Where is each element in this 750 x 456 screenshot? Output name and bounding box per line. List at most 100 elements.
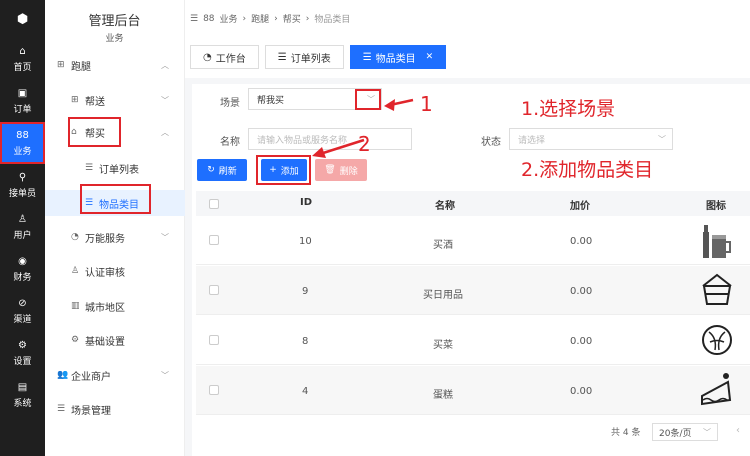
- sidebar-item-label: 基础设置: [85, 336, 125, 348]
- row-checkbox[interactable]: [209, 335, 219, 345]
- tab-workbench[interactable]: ◔ 工作台: [190, 45, 259, 69]
- cell-id: 9: [302, 286, 309, 297]
- status-select[interactable]: 请选择 ﹀: [509, 128, 673, 150]
- deliver-icon: ⊞: [71, 95, 79, 105]
- beer-icon: [703, 225, 731, 258]
- row-checkbox[interactable]: [209, 385, 219, 395]
- delete-button[interactable]: 🗑 删除: [315, 159, 367, 181]
- tab-label: 工作台: [215, 53, 246, 65]
- annotation-step-2: 2.添加物品类目: [521, 159, 654, 181]
- scene-select-value: 帮我买: [257, 95, 285, 106]
- highlight-box-item-category: [80, 184, 151, 214]
- table-header: [196, 191, 750, 216]
- sidebar-item-label: 万能服务: [85, 233, 125, 245]
- delete-button-label: 删除: [339, 166, 358, 177]
- refresh-button[interactable]: ↻ 刷新: [197, 159, 247, 181]
- breadcrumb-item[interactable]: 帮买: [283, 12, 301, 25]
- user-check-icon: ♙: [71, 266, 80, 276]
- cell-name: 买日用品: [423, 290, 463, 301]
- scene-label: 场景: [220, 98, 240, 109]
- breadcrumb-separator: ›: [305, 13, 310, 24]
- rail-item-home[interactable]: ⌂ 首页: [0, 38, 45, 80]
- sidebar-item-basic-settings[interactable]: ⚙ 基础设置: [45, 327, 185, 353]
- gear-icon: ⚙: [71, 335, 80, 345]
- row-checkbox[interactable]: [209, 285, 219, 295]
- column-header-id[interactable]: ID: [300, 197, 312, 208]
- select-all-checkbox[interactable]: [209, 198, 219, 209]
- basket-icon: [702, 273, 732, 305]
- cell-price: 0.00: [570, 386, 593, 397]
- rail-item-orders[interactable]: ▣ 订单: [0, 80, 45, 122]
- sidebar-item-errand[interactable]: ⊞ 跑腿 ︿: [45, 52, 185, 78]
- tab-order-list[interactable]: ☰ 订单列表: [264, 45, 344, 69]
- table-row[interactable]: [196, 316, 750, 365]
- sidebar-item-enterprise[interactable]: 👥 企业商户 ﹀: [45, 362, 185, 388]
- tab-item-category[interactable]: ☰ 物品类目 ✕: [349, 45, 447, 69]
- sidebar: 管理后台 业务 ⊞ 跑腿 ︿ ⊞ 帮送 ﹀ ⌂ 帮买 ︿ ☰ 订单列表 ☰ 物品类目 ◔ 万能服务…: [45, 0, 185, 456]
- rail-item-settings[interactable]: ⚙ 设置: [0, 332, 45, 374]
- gear-icon: ⚙: [18, 339, 27, 351]
- rail-label: 首页: [13, 62, 32, 73]
- tab-bar: ◔ 工作台 ☰ 订单列表 ☰ 物品类目 ✕: [190, 45, 447, 69]
- list-icon: ☰: [85, 163, 94, 173]
- rail-label: 接单员: [8, 188, 36, 199]
- sidebar-item-order-list[interactable]: ☰ 订单列表: [45, 155, 185, 181]
- building-icon: ▥: [71, 301, 80, 311]
- sidebar-item-city-region[interactable]: ▥ 城市地区: [45, 293, 185, 319]
- cell-price: 0.00: [570, 336, 593, 347]
- menu-toggle-icon[interactable]: ☰: [190, 14, 198, 24]
- rail-item-business[interactable]: 88 业务: [0, 122, 45, 164]
- highlight-box-buy: [68, 117, 121, 147]
- sidebar-section-title: 业务: [105, 34, 124, 44]
- rail-item-finance[interactable]: ◉ 财务: [0, 248, 45, 290]
- rail-label: 系统: [13, 398, 32, 409]
- rail-item-users[interactable]: ♙ 用户: [0, 206, 45, 248]
- breadcrumb-item[interactable]: 业务: [220, 12, 238, 25]
- chevron-up-icon: ︿: [161, 60, 169, 70]
- page-size-value: 20条/页: [659, 428, 692, 439]
- name-label: 名称: [220, 137, 240, 148]
- sidebar-item-scene-management[interactable]: ☰ 场景管理: [45, 396, 185, 422]
- errand-icon: ⊞: [57, 60, 65, 70]
- refresh-button-label: 刷新: [218, 166, 237, 177]
- rail-label: 设置: [13, 356, 32, 367]
- cell-id: 8: [302, 336, 309, 347]
- table-row[interactable]: [196, 216, 750, 265]
- logo-icon: ⬢: [16, 11, 29, 27]
- rail-item-channel[interactable]: ⊘ 渠道: [0, 290, 45, 332]
- service-icon: ◔: [71, 232, 79, 242]
- prev-page-button[interactable]: ‹: [736, 425, 740, 436]
- table-row[interactable]: [196, 266, 750, 315]
- breadcrumb: ☰ 88 业务 › 跑腿 › 帮买 › 物品类目: [190, 12, 350, 26]
- sidebar-item-verification[interactable]: ♙ 认证审核: [45, 258, 185, 284]
- list-icon: ☰: [57, 404, 66, 414]
- sidebar-item-label: 认证审核: [85, 267, 125, 279]
- breadcrumb-separator: ›: [242, 13, 247, 24]
- chevron-down-icon: ﹀: [703, 427, 711, 437]
- sidebar-item-universal-service[interactable]: ◔ 万能服务 ﹀: [45, 224, 185, 250]
- order-icon: ▣: [17, 87, 28, 99]
- close-icon[interactable]: ✕: [426, 52, 434, 62]
- sidebar-item-label: 企业商户: [71, 371, 111, 383]
- rail-item-rider[interactable]: ⚲ 接单员: [0, 164, 45, 206]
- row-checkbox[interactable]: [209, 235, 219, 245]
- column-header-price[interactable]: 加价: [570, 197, 590, 212]
- sidebar-item-label: 城市地区: [85, 302, 125, 314]
- app-title: 管理后台: [88, 14, 141, 29]
- rail-label: 财务: [13, 272, 32, 283]
- cell-price: 0.00: [570, 286, 593, 297]
- rail-item-system[interactable]: ▤ 系统: [0, 374, 45, 416]
- rail-label: 订单: [13, 104, 32, 115]
- system-icon: ▤: [17, 381, 28, 393]
- people-icon: 👥: [57, 370, 69, 380]
- page-size-select[interactable]: 20条/页 ﹀: [652, 423, 718, 441]
- list-icon: ☰: [362, 51, 372, 63]
- sidebar-item-deliver[interactable]: ⊞ 帮送 ﹀: [45, 87, 185, 113]
- chevron-down-icon: ﹀: [658, 134, 666, 144]
- breadcrumb-item[interactable]: 跑腿: [251, 12, 269, 25]
- column-header-name[interactable]: 名称: [435, 197, 455, 212]
- table-row[interactable]: [196, 366, 750, 415]
- sidebar-item-label: 跑腿: [71, 61, 91, 73]
- column-header-icon[interactable]: 图标: [706, 197, 726, 212]
- annotation-step-1: 1.选择场景: [521, 98, 616, 120]
